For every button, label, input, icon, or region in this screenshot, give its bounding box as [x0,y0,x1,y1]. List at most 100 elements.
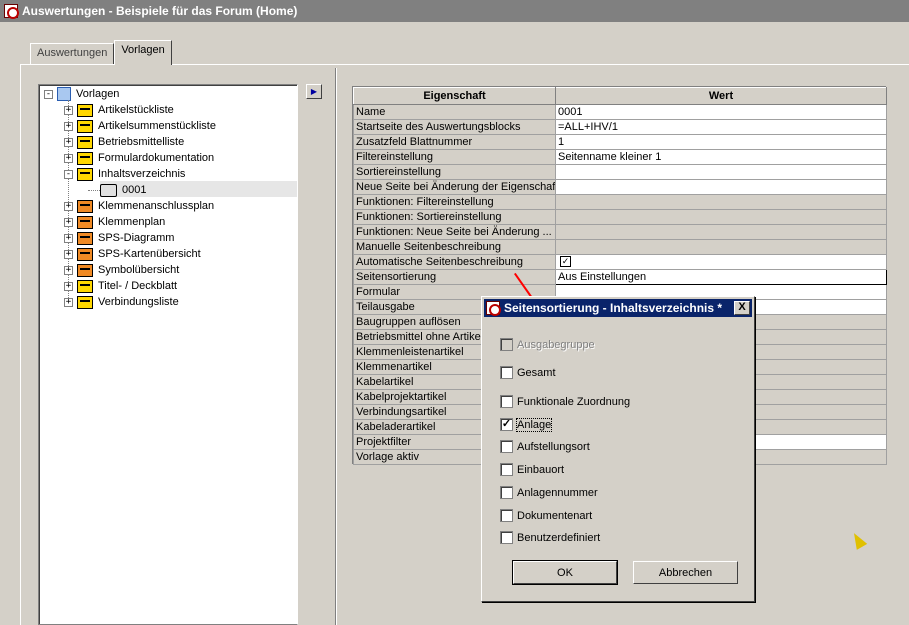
checkbox[interactable] [500,395,513,408]
property-name: Name [353,104,556,120]
property-row[interactable]: Neue Seite bei Änderung der Eigenschaft [353,179,887,195]
tree-item[interactable]: + Symbolübersicht [64,262,179,278]
property-row[interactable]: Automatische Seitenbeschreibung ✓ [353,254,887,270]
tree-item[interactable]: + Titel- / Deckblatt [64,278,177,294]
tab-auswertungen[interactable]: Auswertungen [30,43,115,64]
header-value[interactable]: Wert [555,87,887,105]
expand-icon[interactable]: + [64,217,73,227]
property-row[interactable]: Startseite des Auswertungsblocks =ALL+IHV… [353,119,887,135]
expand-icon[interactable]: + [64,137,73,147]
expand-icon[interactable]: + [64,153,73,163]
tree-item[interactable]: + Formulardokumentation [64,150,214,166]
property-value[interactable]: Seitenname kleiner 1 [555,149,887,165]
checkbox-label[interactable]: Dokumentenart [517,510,592,522]
expand-icon[interactable]: + [64,281,73,291]
tree-label: Symbolübersicht [98,264,180,276]
cancel-button[interactable]: Abbrechen [633,561,738,584]
expand-panel-button[interactable]: ▶ [306,84,322,99]
expand-icon[interactable]: + [64,249,73,259]
property-name: Startseite des Auswertungsblocks [353,119,556,135]
expand-icon[interactable]: + [64,121,73,131]
tree-item-selected[interactable]: 0001 [100,182,146,198]
checkbox-label[interactable]: Funktionale Zuordnung [517,396,630,408]
checkbox[interactable] [500,463,513,476]
property-row[interactable]: Funktionen: Filtereinstellung [353,194,887,210]
checkbox-label[interactable]: Benutzerdefiniert [517,532,600,544]
property-row[interactable]: Funktionen: Neue Seite bei Änderung ... [353,224,887,240]
property-value[interactable]: Aus Einstellungen [555,269,887,285]
folder-icon [77,151,93,165]
property-value[interactable]: =ALL+IHV/1 [555,119,887,135]
property-row[interactable]: Sortiereinstellung [353,164,887,180]
tab-vorlagen[interactable]: Vorlagen [114,40,172,65]
option-aufstellungsort[interactable]: Aufstellungsort [500,439,590,454]
option-anlage[interactable]: ✓ Anlage [500,417,553,432]
property-value[interactable]: 1 [555,134,887,150]
checkbox[interactable] [500,509,513,522]
folder-icon [77,199,93,213]
checkbox[interactable] [500,531,513,544]
property-name: Neue Seite bei Änderung der Eigenschaft [353,179,556,195]
property-value[interactable] [555,164,887,180]
property-row[interactable]: Name 0001 [353,104,887,120]
checkbox-label[interactable]: Anlagennummer [517,487,598,499]
tree-item[interactable]: + Klemmenplan [64,214,165,230]
folder-icon [77,135,93,149]
close-icon[interactable]: X [734,301,750,315]
book-icon [57,87,71,101]
option-gesamt[interactable]: Gesamt [500,365,556,380]
expand-icon[interactable]: + [64,105,73,115]
property-value[interactable] [555,224,887,240]
tree-item[interactable]: + Artikelstückliste [64,102,174,118]
tree-item[interactable]: + Betriebsmittelliste [64,134,184,150]
checkbox[interactable] [500,440,513,453]
option-dokumentenart[interactable]: Dokumentenart [500,508,592,523]
option-funktionale-zuordnung[interactable]: Funktionale Zuordnung [500,394,630,409]
option-benutzerdefiniert[interactable]: Benutzerdefiniert [500,530,600,545]
tree-item[interactable]: - Inhaltsverzeichnis [64,166,185,182]
checkbox-label[interactable]: Aufstellungsort [517,441,590,453]
checkbox[interactable] [500,366,513,379]
header-property[interactable]: Eigenschaft [353,87,556,105]
expand-icon[interactable]: + [64,265,73,275]
expand-icon[interactable]: + [64,201,73,211]
expand-icon[interactable]: + [64,297,73,307]
property-row[interactable]: Manuelle Seitenbeschreibung [353,239,887,255]
tree-item[interactable]: + Verbindungsliste [64,294,179,310]
option-einbauort[interactable]: Einbauort [500,462,564,477]
checkbox-label[interactable]: Gesamt [517,367,556,379]
property-value[interactable] [555,179,887,195]
property-checkbox-cell[interactable]: ✓ [555,254,887,270]
property-value[interactable]: 0001 [555,104,887,120]
property-value[interactable] [555,239,887,255]
checkbox-label[interactable]: Einbauort [517,464,564,476]
checkbox[interactable]: ✓ [560,256,571,268]
tree-item[interactable]: + SPS-Diagramm [64,230,174,246]
expand-icon[interactable]: + [64,233,73,243]
property-value[interactable] [555,209,887,225]
checkbox[interactable]: ✓ [500,418,513,431]
tree-item[interactable]: + SPS-Kartenübersicht [64,246,201,262]
tree-item[interactable]: + Klemmenanschlussplan [64,198,214,214]
option-anlagennummer[interactable]: Anlagennummer [500,485,598,500]
property-value[interactable] [555,194,887,210]
folder-icon [77,263,93,277]
tree-root[interactable]: - Vorlagen [44,86,119,102]
splitter[interactable] [335,68,337,625]
tree-label: SPS-Kartenübersicht [98,248,201,260]
folder-icon [77,215,93,229]
collapse-icon[interactable]: - [44,89,53,99]
checkbox[interactable] [500,486,513,499]
ok-button[interactable]: OK [512,560,618,585]
property-name: Funktionen: Sortiereinstellung [353,209,556,225]
collapse-icon[interactable]: - [64,169,73,179]
property-row[interactable]: Zusatzfeld Blattnummer 1 [353,134,887,150]
property-row[interactable]: Seitensortierung Aus Einstellungen [353,269,887,285]
tree-item[interactable]: + Artikelsummenstückliste [64,118,216,134]
checkbox-label[interactable]: Anlage [515,417,553,432]
property-name: Automatische Seitenbeschreibung [353,254,556,270]
property-row[interactable]: Funktionen: Sortiereinstellung [353,209,887,225]
checkbox-label[interactable]: Ausgabegruppe [517,339,595,351]
tree-label: Verbindungsliste [98,296,179,308]
property-row[interactable]: Filtereinstellung Seitenname kleiner 1 [353,149,887,165]
